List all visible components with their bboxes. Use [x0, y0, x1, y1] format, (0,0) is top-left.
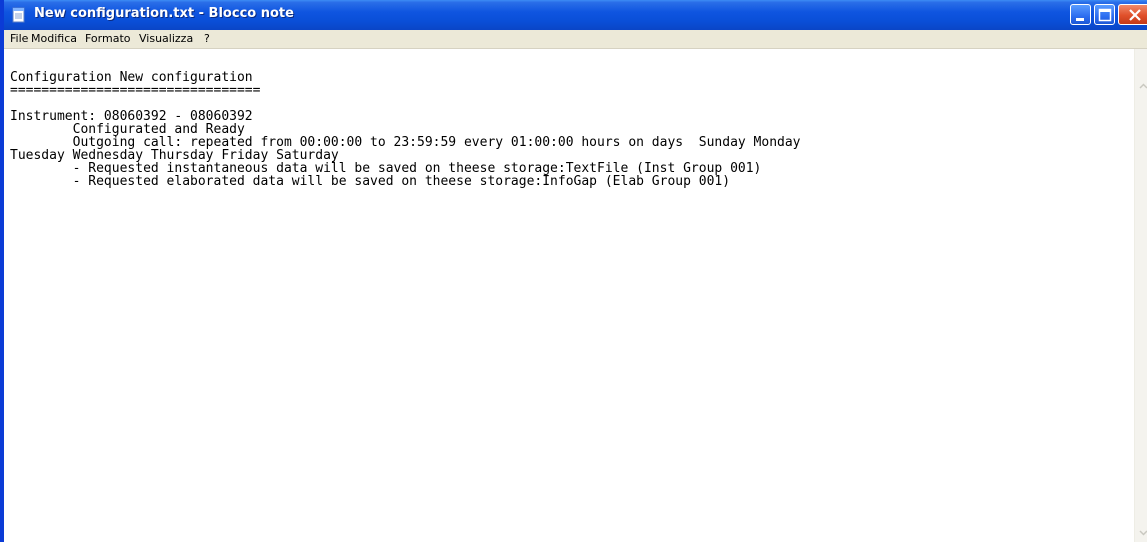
- notepad-window: New configuration.txt - Blocco note File…: [0, 0, 1147, 542]
- title-bar[interactable]: New configuration.txt - Blocco note: [4, 0, 1147, 30]
- menu-file[interactable]: File: [10, 32, 28, 45]
- text-editor[interactable]: Configuration New configuration ========…: [4, 49, 1134, 542]
- window-title: New configuration.txt - Blocco note: [34, 6, 294, 21]
- menu-modifica[interactable]: Modifica: [31, 32, 77, 45]
- notepad-icon: [11, 7, 27, 23]
- maximize-button[interactable]: [1094, 4, 1115, 25]
- scroll-up-arrow-icon[interactable]: [1136, 79, 1147, 94]
- minimize-icon: [1076, 18, 1084, 21]
- menu-help[interactable]: ?: [204, 32, 210, 45]
- menu-formato[interactable]: Formato: [85, 32, 131, 45]
- close-icon: [1129, 9, 1141, 21]
- menu-bar: File Modifica Formato Visualizza ?: [4, 30, 1147, 49]
- minimize-button[interactable]: [1070, 4, 1091, 25]
- document-text[interactable]: Configuration New configuration ========…: [10, 71, 801, 188]
- scroll-down-arrow-icon[interactable]: [1136, 525, 1147, 540]
- vertical-scrollbar[interactable]: [1134, 49, 1147, 542]
- maximize-icon: [1098, 8, 1112, 22]
- close-button[interactable]: [1118, 4, 1147, 25]
- menu-visualizza[interactable]: Visualizza: [139, 32, 193, 45]
